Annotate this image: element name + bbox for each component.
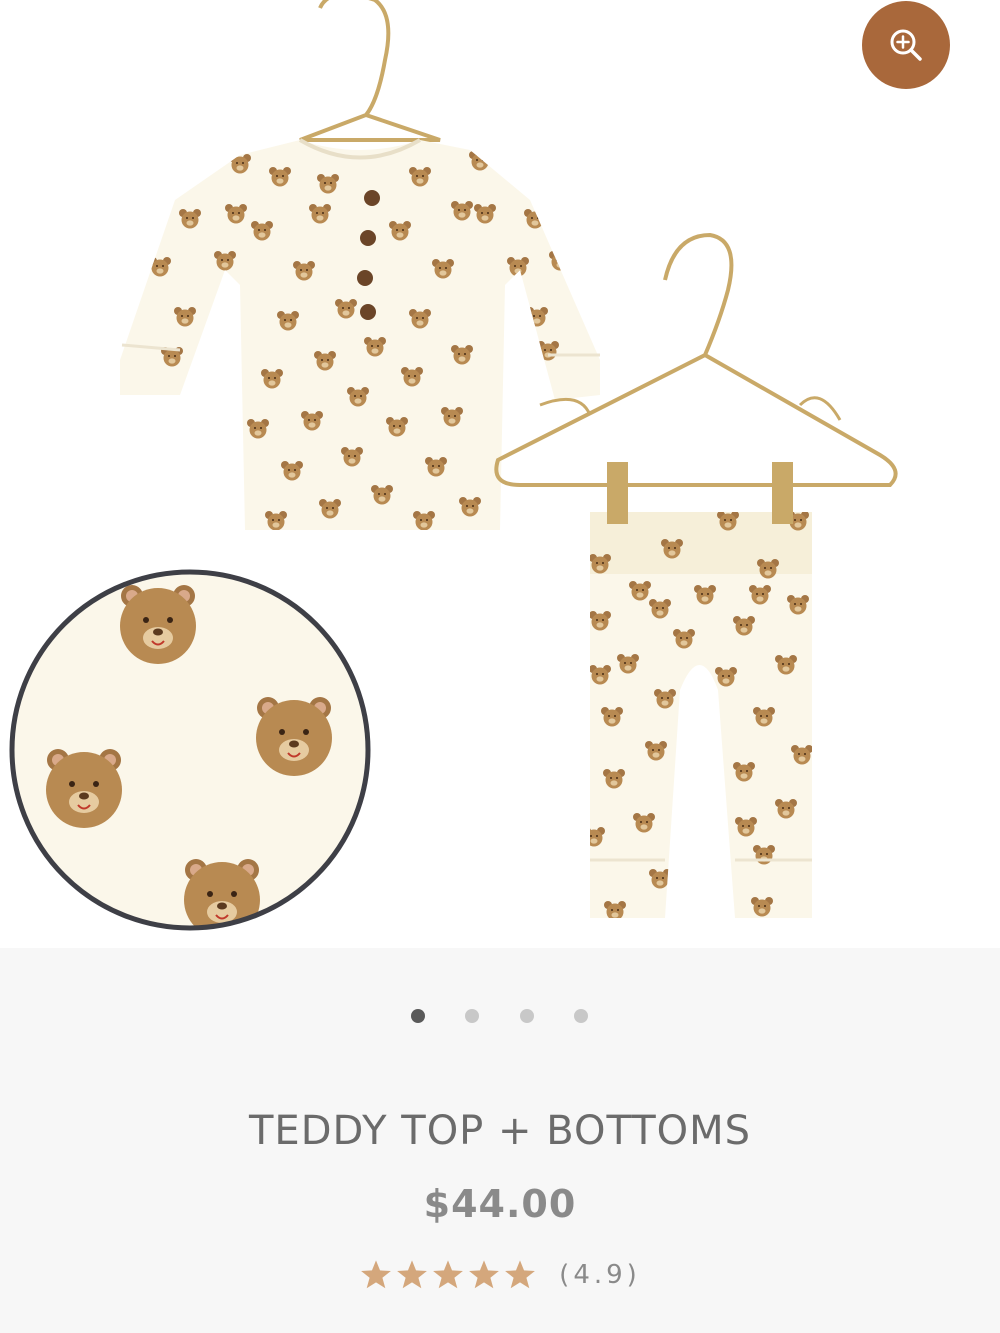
carousel-dot-1[interactable] bbox=[411, 1009, 425, 1023]
carousel-dot-4[interactable] bbox=[574, 1009, 588, 1023]
zoom-button[interactable] bbox=[862, 1, 950, 89]
star-icon bbox=[505, 1260, 536, 1289]
product-image-gallery[interactable] bbox=[0, 0, 1000, 948]
star-icon bbox=[397, 1260, 428, 1289]
rating-stars bbox=[359, 1259, 539, 1291]
product-rating[interactable]: (4.9) bbox=[0, 1255, 1000, 1295]
star-icon bbox=[433, 1260, 464, 1289]
rating-value: (4.9) bbox=[559, 1260, 641, 1290]
carousel-pagination bbox=[0, 1009, 1000, 1023]
carousel-dot-2[interactable] bbox=[465, 1009, 479, 1023]
product-photo bbox=[0, 0, 1000, 948]
zoom-in-icon bbox=[890, 29, 922, 61]
product-price: $44.00 bbox=[423, 1182, 577, 1226]
star-icon bbox=[469, 1260, 500, 1289]
star-icon bbox=[361, 1260, 392, 1289]
carousel-dot-3[interactable] bbox=[520, 1009, 534, 1023]
product-title: TEDDY TOP + BOTTOMS bbox=[248, 1108, 752, 1154]
